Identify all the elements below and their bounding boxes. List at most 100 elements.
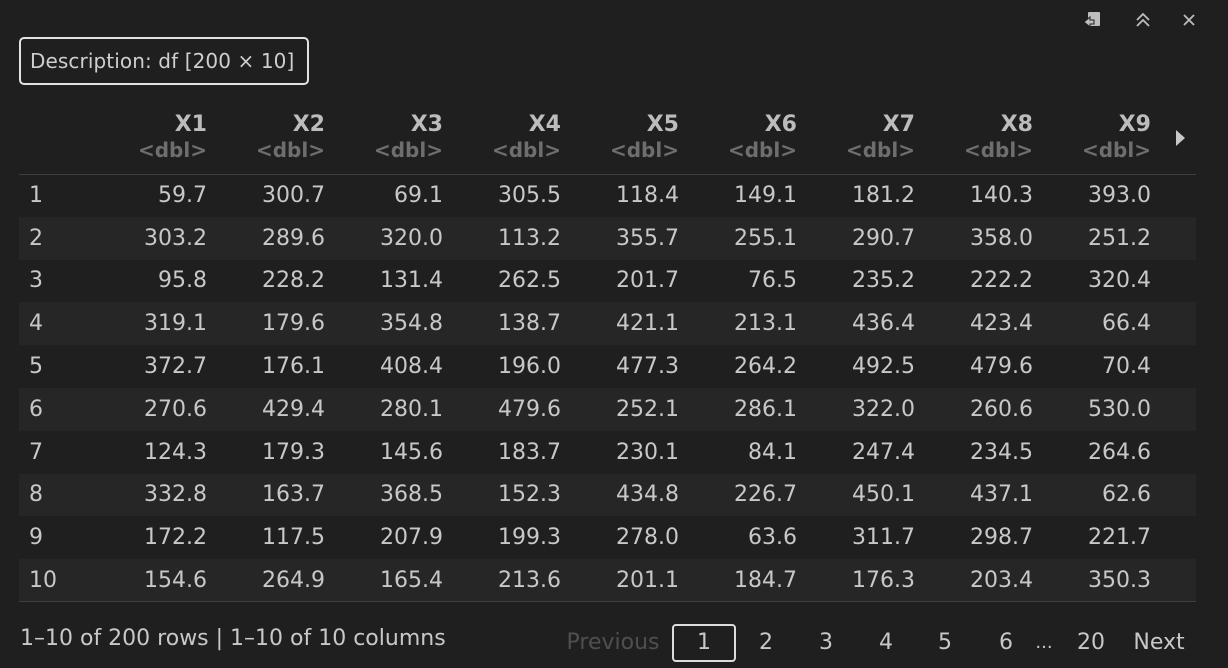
column-name: X2 [292,112,325,137]
table-cell: 289.6 [262,225,325,251]
table-cell: 201.1 [616,567,679,593]
column-type: <dbl> [255,138,325,162]
description-text: Description: df [200 × 10] [30,49,295,73]
table-cell: 222.2 [970,268,1033,294]
table-cell: 152.3 [498,482,561,508]
column-type: <dbl> [137,138,207,162]
table-cell: 201.7 [616,268,679,294]
next-columns-arrow-icon[interactable] [1172,128,1188,148]
collapse-icon[interactable] [1133,10,1153,30]
column-type: <dbl> [845,138,915,162]
table-cell: 70.4 [1102,354,1151,380]
column-name: X5 [646,112,679,137]
table-cell: 479.6 [970,354,1033,380]
row-number: 5 [29,354,43,380]
page-button-20[interactable]: 20 [1072,624,1110,662]
table-cell: 358.0 [970,225,1033,251]
table-cell: 436.4 [852,311,915,337]
page-button-4[interactable]: 4 [872,624,900,662]
table-cell: 235.2 [852,268,915,294]
table-row: 4 319.1 179.6 354.8 138.7 421.1 213.1 436.4 423.… [19,302,1196,346]
table-cell: 118.4 [616,183,679,209]
row-spacer [1151,345,1196,388]
column-name: X8 [1000,112,1033,137]
table-cell: 154.6 [144,567,207,593]
table-cell: 262.5 [498,268,561,294]
table-cell: 450.1 [852,482,915,508]
column-header-x1[interactable]: X1 <dbl> [89,106,207,174]
row-number: 10 [29,567,57,593]
table-row: 8 332.8 163.7 368.5 152.3 434.8 226.7 450.1 437.… [19,473,1196,517]
table-cell: 320.0 [380,225,443,251]
table-cell: 172.2 [144,525,207,551]
table-cell: 320.4 [1088,268,1151,294]
close-icon[interactable] [1179,10,1199,30]
table-cell: 117.5 [262,525,325,551]
page-button-2[interactable]: 2 [752,624,780,662]
table-cell: 368.5 [380,482,443,508]
table-cell: 131.4 [380,268,443,294]
table-cell: 355.7 [616,225,679,251]
table-row: 7 124.3 179.3 145.6 183.7 230.1 84.1 247.4 234.5… [19,431,1196,474]
table-cell: 286.1 [734,396,797,422]
row-number: 7 [29,439,43,465]
row-spacer [1151,260,1196,303]
table-cell: 270.6 [144,396,207,422]
row-spacer [1151,431,1196,474]
table-cell: 434.8 [616,482,679,508]
page-button-3[interactable]: 3 [812,624,840,662]
table-cell: 429.4 [262,396,325,422]
page-button-1[interactable]: 1 [672,624,736,662]
column-header-x5[interactable]: X5 <dbl> [561,106,679,174]
row-number: 6 [29,396,43,422]
table-cell: 372.7 [144,354,207,380]
table-cell: 319.1 [144,311,207,337]
table-cell: 181.2 [852,183,915,209]
column-header-x7[interactable]: X7 <dbl> [797,106,915,174]
table-cell: 149.1 [734,183,797,209]
table-row: 5 372.7 176.1 408.4 196.0 477.3 264.2 492.5 479.… [19,345,1196,388]
table-cell: 530.0 [1088,396,1151,422]
column-name: X7 [882,112,915,137]
table-cell: 252.1 [616,396,679,422]
table-cell: 354.8 [380,311,443,337]
column-name: X1 [174,112,207,137]
row-number: 9 [29,525,43,551]
table-cell: 228.2 [262,268,325,294]
table-cell: 59.7 [158,183,207,209]
column-header-x6[interactable]: X6 <dbl> [679,106,797,174]
table-cell: 179.6 [262,311,325,337]
row-spacer [1151,474,1196,517]
column-header-x9[interactable]: X9 <dbl> [1033,106,1151,174]
table-cell: 305.5 [498,183,561,209]
table-cell: 66.4 [1102,311,1151,337]
column-type: <dbl> [609,138,679,162]
table-cell: 247.4 [852,439,915,465]
page-button-5[interactable]: 5 [931,624,959,662]
table-cell: 332.8 [144,482,207,508]
column-header-x2[interactable]: X2 <dbl> [207,106,325,174]
column-name: X6 [764,112,797,137]
table-cell: 278.0 [616,525,679,551]
column-name: X3 [410,112,443,137]
column-header-x3[interactable]: X3 <dbl> [325,106,443,174]
column-name: X9 [1118,112,1151,137]
export-icon[interactable] [1083,10,1103,30]
row-spacer [1151,217,1196,260]
next-button[interactable]: Next [1128,624,1190,662]
page-button-6[interactable]: 6 [992,624,1020,662]
row-spacer [1151,516,1196,559]
column-header-x8[interactable]: X8 <dbl> [915,106,1033,174]
row-number: 8 [29,482,43,508]
table-cell: 492.5 [852,354,915,380]
column-type: <dbl> [491,138,561,162]
table-cell: 145.6 [380,439,443,465]
table-cell: 322.0 [852,396,915,422]
column-header-x4[interactable]: X4 <dbl> [443,106,561,174]
table-cell: 251.2 [1088,225,1151,251]
table-cell: 260.6 [970,396,1033,422]
header-row: X1 <dbl> X2 <dbl> X3 <dbl> X4 <dbl> X5 <dbl> X6 <db… [19,106,1196,174]
previous-button[interactable]: Previous [564,624,662,662]
column-type: <dbl> [727,138,797,162]
table-cell: 213.6 [498,567,561,593]
